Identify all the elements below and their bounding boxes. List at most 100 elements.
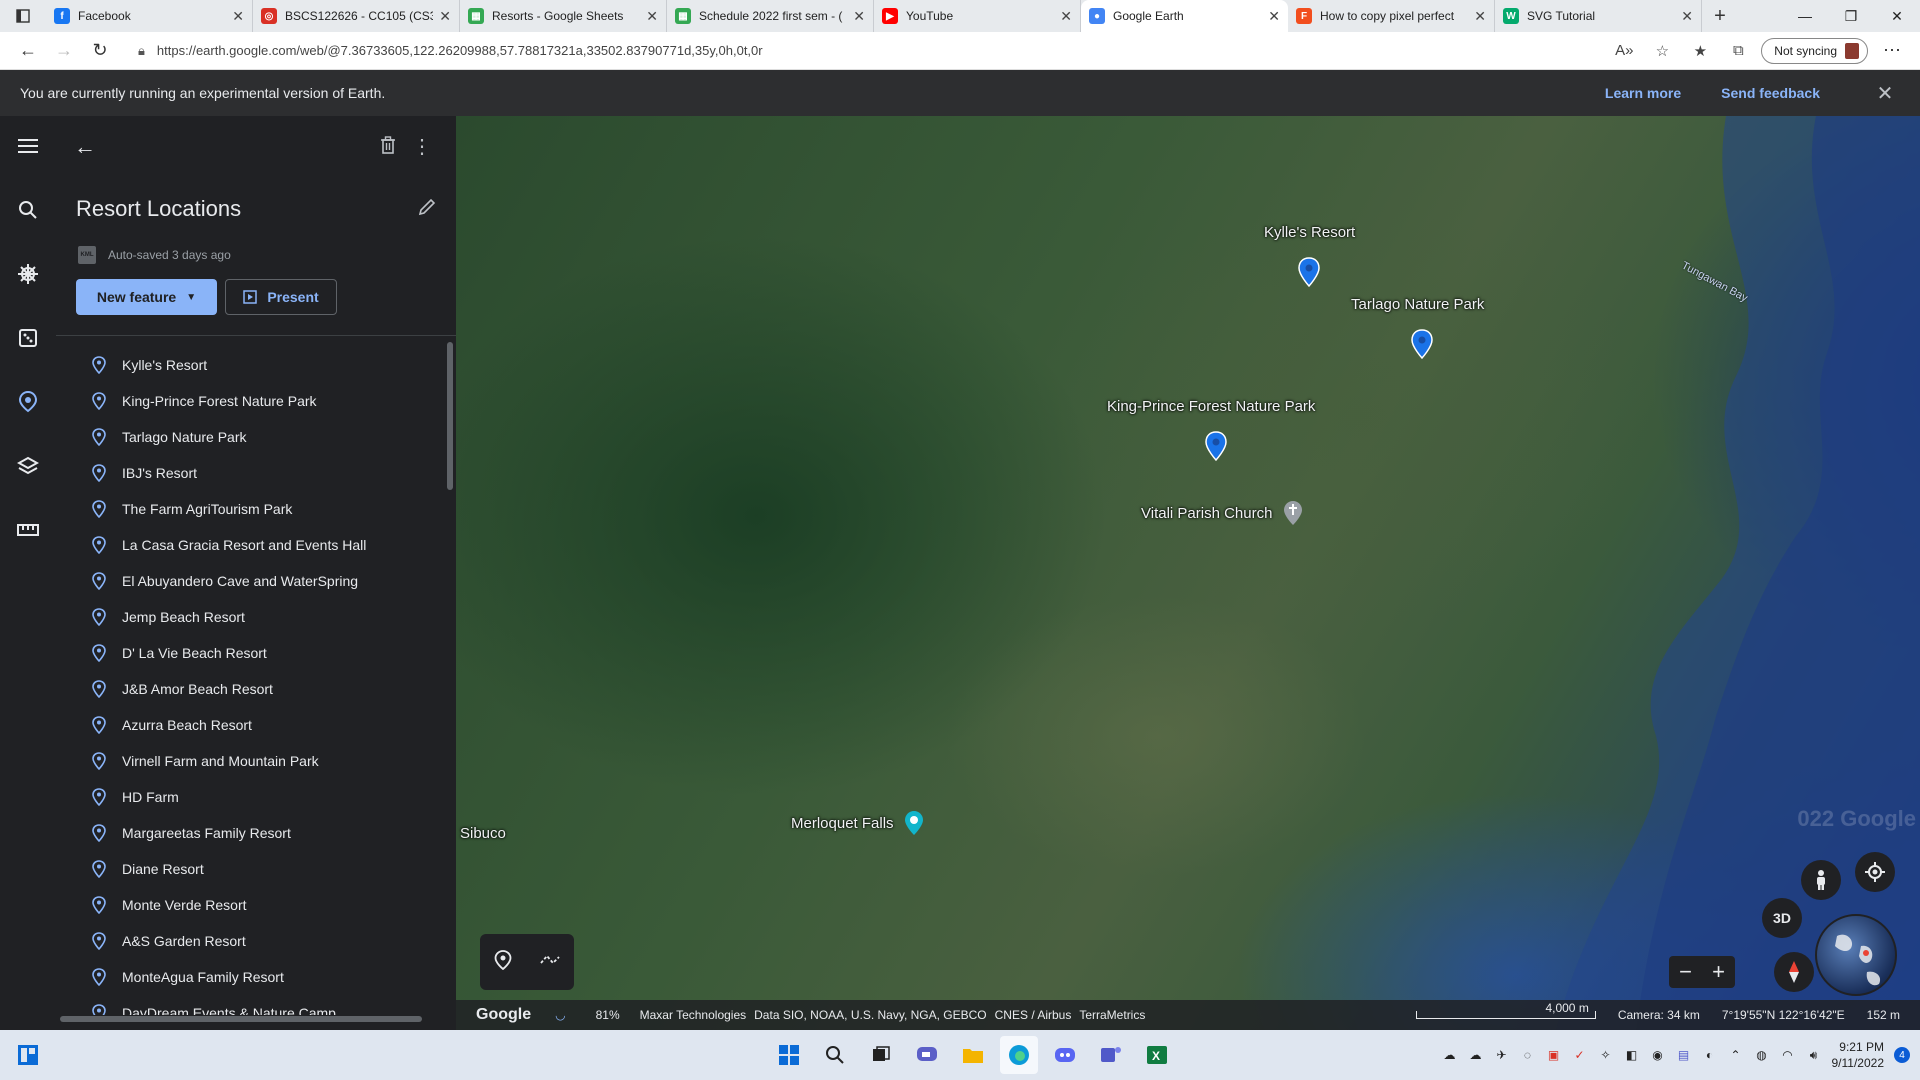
- tarlago-label[interactable]: Tarlago Nature Park: [1351, 296, 1484, 313]
- edit-title-button[interactable]: [418, 198, 436, 221]
- king-prince-pin-icon[interactable]: [1205, 431, 1227, 461]
- tray-app-icon[interactable]: ✓: [1572, 1047, 1588, 1063]
- sibuco-label[interactable]: Sibuco: [460, 825, 506, 842]
- onedrive-icon[interactable]: ☁: [1468, 1047, 1484, 1063]
- learn-more-link[interactable]: Learn more: [1605, 85, 1681, 101]
- zoom-in-button[interactable]: +: [1702, 956, 1735, 988]
- globe-overview[interactable]: [1815, 914, 1897, 996]
- feature-list-item[interactable]: Kylle's Resort: [56, 347, 441, 383]
- favorites-icon[interactable]: ★: [1683, 42, 1717, 60]
- tray-app-icon[interactable]: ▣: [1546, 1047, 1562, 1063]
- feeling-lucky-button[interactable]: [0, 318, 56, 358]
- task-view-button[interactable]: [862, 1036, 900, 1074]
- map-view[interactable]: Tungawan Bay Kylle's Resort Tarlago Natu…: [456, 116, 1920, 1030]
- refresh-button[interactable]: ↻: [82, 36, 118, 66]
- street-view-button[interactable]: [1801, 860, 1841, 900]
- zoom-out-button[interactable]: −: [1669, 956, 1702, 988]
- feature-list-item[interactable]: Tarlago Nature Park: [56, 419, 441, 455]
- browser-tab[interactable]: W SVG Tutorial ✕: [1495, 0, 1702, 32]
- feature-list-item[interactable]: Virnell Farm and Mountain Park: [56, 743, 441, 779]
- feature-list-item[interactable]: The Farm AgriTourism Park: [56, 491, 441, 527]
- browser-menu-button[interactable]: ⋯: [1874, 36, 1910, 66]
- close-tab-icon[interactable]: ✕: [232, 8, 244, 25]
- measure-button[interactable]: [0, 510, 56, 550]
- discord-button[interactable]: [1046, 1036, 1084, 1074]
- browser-tab[interactable]: ▶ YouTube ✕: [874, 0, 1081, 32]
- back-button[interactable]: ←: [10, 36, 46, 66]
- steam-icon[interactable]: ◉: [1650, 1047, 1666, 1063]
- search-button[interactable]: [0, 190, 56, 230]
- projects-button[interactable]: [0, 382, 56, 422]
- close-tab-icon[interactable]: ✕: [1681, 8, 1693, 25]
- feature-list-item[interactable]: A&S Garden Resort: [56, 923, 441, 959]
- browser-tab[interactable]: ● Google Earth ✕: [1081, 0, 1288, 32]
- collections-icon[interactable]: ⧉: [1721, 42, 1755, 59]
- vertical-scrollbar[interactable]: [447, 342, 453, 490]
- feature-list-item[interactable]: D' La Vie Beach Resort: [56, 635, 441, 671]
- read-aloud-icon[interactable]: A»: [1607, 42, 1641, 59]
- tab-actions-button[interactable]: [0, 0, 46, 32]
- teams-button[interactable]: [1092, 1036, 1130, 1074]
- taskbar-search-button[interactable]: [816, 1036, 854, 1074]
- file-explorer-button[interactable]: [954, 1036, 992, 1074]
- feature-list-item[interactable]: King-Prince Forest Nature Park: [56, 383, 441, 419]
- tray-app-icon[interactable]: ✧: [1598, 1047, 1614, 1063]
- notification-badge[interactable]: 4: [1894, 1047, 1910, 1063]
- minimize-button[interactable]: —: [1782, 0, 1828, 32]
- kylles-resort-label[interactable]: Kylle's Resort: [1264, 224, 1355, 241]
- feature-list-item[interactable]: MonteAgua Family Resort: [56, 959, 441, 995]
- merloquet-falls-label[interactable]: Merloquet Falls: [791, 815, 894, 832]
- new-feature-button[interactable]: New feature ▼: [76, 279, 217, 315]
- restore-button[interactable]: ❐: [1828, 0, 1874, 32]
- profile-sync-button[interactable]: Not syncing: [1761, 37, 1868, 64]
- attributions[interactable]: Maxar Technologies Data SIO, NOAA, U.S. N…: [640, 1008, 1154, 1022]
- feature-list-item[interactable]: El Abuyandero Cave and WaterSpring: [56, 563, 441, 599]
- chat-button[interactable]: [908, 1036, 946, 1074]
- tray-app-icon[interactable]: ◌: [1520, 1047, 1536, 1063]
- add-placemark-button[interactable]: [494, 949, 512, 975]
- tray-app-icon[interactable]: ◐: [1702, 1047, 1718, 1063]
- feature-list-item[interactable]: Diane Resort: [56, 851, 441, 887]
- url-field[interactable]: 🔒︎ https://earth.google.com/web/@7.36733…: [126, 36, 1599, 66]
- feature-list-item[interactable]: HD Farm: [56, 779, 441, 815]
- feature-list-item[interactable]: Azurra Beach Resort: [56, 707, 441, 743]
- draw-path-button[interactable]: [539, 953, 561, 972]
- close-tab-icon[interactable]: ✕: [853, 8, 865, 25]
- network-icon[interactable]: ◍: [1754, 1047, 1770, 1063]
- feature-list-item[interactable]: DayDream Events & Nature Camp: [56, 995, 441, 1015]
- edge-button[interactable]: [1000, 1036, 1038, 1074]
- close-tab-icon[interactable]: ✕: [1474, 8, 1486, 25]
- king-prince-label[interactable]: King-Prince Forest Nature Park: [1107, 398, 1315, 415]
- feature-list-item[interactable]: J&B Amor Beach Resort: [56, 671, 441, 707]
- send-feedback-link[interactable]: Send feedback: [1721, 85, 1820, 101]
- horizontal-scrollbar[interactable]: [60, 1016, 422, 1022]
- close-tab-icon[interactable]: ✕: [646, 8, 658, 25]
- feature-list-item[interactable]: Margareetas Family Resort: [56, 815, 441, 851]
- close-tab-icon[interactable]: ✕: [1060, 8, 1072, 25]
- chevron-up-icon[interactable]: ⌃: [1728, 1047, 1744, 1063]
- new-tab-button[interactable]: +: [1702, 0, 1738, 32]
- menu-button[interactable]: [0, 126, 56, 166]
- clock[interactable]: 9:21 PM 9/11/2022: [1832, 1039, 1885, 1071]
- feature-list-item[interactable]: Monte Verde Resort: [56, 887, 441, 923]
- add-favorite-icon[interactable]: ☆: [1645, 42, 1679, 60]
- feature-list-item[interactable]: IBJ's Resort: [56, 455, 441, 491]
- my-location-button[interactable]: [1855, 852, 1895, 892]
- volume-icon[interactable]: 🔊︎: [1806, 1047, 1822, 1063]
- close-banner-button[interactable]: ✕: [1870, 81, 1900, 106]
- toggle-3d-button[interactable]: 3D: [1762, 898, 1802, 938]
- tray-app-icon[interactable]: ✈: [1494, 1047, 1510, 1063]
- delete-project-button[interactable]: [380, 136, 396, 159]
- browser-tab[interactable]: f Facebook ✕: [46, 0, 253, 32]
- close-tab-icon[interactable]: ✕: [439, 8, 451, 25]
- close-window-button[interactable]: ✕: [1874, 0, 1920, 32]
- church-pin-icon[interactable]: [1283, 500, 1303, 526]
- voyager-button[interactable]: [0, 254, 56, 294]
- map-style-button[interactable]: [0, 446, 56, 486]
- kylles-resort-pin-icon[interactable]: [1298, 257, 1320, 287]
- excel-button[interactable]: X: [1138, 1036, 1176, 1074]
- tray-app-icon[interactable]: ☁: [1442, 1047, 1458, 1063]
- tarlago-pin-icon[interactable]: [1411, 329, 1433, 359]
- compass-button[interactable]: [1774, 952, 1814, 992]
- park-pin-icon[interactable]: [904, 810, 924, 836]
